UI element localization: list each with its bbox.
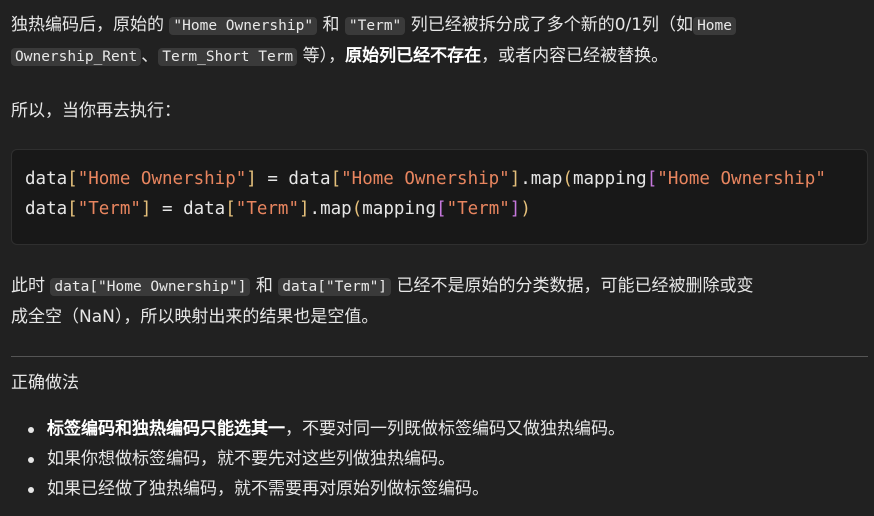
- code-bracket: ]: [509, 169, 521, 189]
- code-token: mapping: [572, 169, 647, 189]
- explanation-line-1: 独热编码后，原始的 "Home Ownership" 和 "Term" 列已经被…: [11, 10, 866, 41]
- code-string: "Home Ownership": [657, 169, 826, 189]
- inline-code: data["Term"]: [278, 278, 392, 296]
- code-block[interactable]: data["Home Ownership"] = data["Home Owne…: [11, 149, 868, 245]
- code-bracket: [: [67, 169, 78, 189]
- inline-code: Home: [693, 17, 736, 35]
- result-line-2: 成全空（NaN），所以映射出来的结果也是空值。: [11, 307, 379, 327]
- explanation-line-2: Ownership_Rent、 Term_Short Term 等），原始列已经不…: [11, 41, 866, 72]
- code-bracket: [: [330, 169, 342, 189]
- inline-code: "Home Ownership": [169, 17, 318, 35]
- code-bracket: ): [520, 199, 531, 219]
- bullet-list: 标签编码和独热编码只能选其一，不要对同一列既做标签编码又做独热编码。 如果你想做…: [0, 414, 625, 504]
- inline-code: data["Home Ownership"]: [50, 278, 251, 296]
- text-span: ，或者内容已经被替换。: [481, 46, 669, 66]
- text-span: ，不要对同一列既做标签编码又做独热编码。: [285, 419, 625, 439]
- code-token: = data: [151, 199, 226, 219]
- code-token: .map: [309, 199, 352, 219]
- text-span: 已经不是原始的分类数据，可能已经被删除或变: [396, 276, 754, 296]
- code-token: data: [25, 169, 68, 189]
- text-span: 列已经被拆分成了多个新的0/1列（如: [410, 15, 694, 35]
- list-item: 标签编码和独热编码只能选其一，不要对同一列既做标签编码又做独热编码。: [28, 414, 625, 444]
- text-span: 此时: [11, 276, 45, 296]
- code-bracket: [: [436, 199, 447, 219]
- text-span: 和: [322, 15, 340, 35]
- code-token: data: [25, 199, 68, 219]
- intro-line: 所以，当你再去执行：: [11, 101, 181, 121]
- explanation-paragraph: 独热编码后，原始的 "Home Ownership" 和 "Term" 列已经被…: [11, 10, 866, 72]
- code-token: .map: [520, 169, 563, 189]
- list-item: 如果你想做标签编码，就不要先对这些列做独热编码。: [28, 444, 625, 474]
- result-line-1: 此时 data["Home Ownership"] 和 data["Term"]…: [11, 271, 866, 302]
- code-string: "Term": [77, 199, 141, 219]
- code-bracket: [: [646, 169, 658, 189]
- text-span: 独热编码后，原始的: [11, 15, 164, 35]
- text-span: 和: [255, 276, 273, 296]
- text-span: 、: [141, 46, 159, 66]
- code-bracket: ]: [246, 169, 257, 189]
- text-span: 等），: [302, 46, 346, 66]
- result-paragraph: 此时 data["Home Ownership"] 和 data["Term"]…: [11, 271, 866, 332]
- bold-text: 原始列已经不存在: [345, 46, 482, 66]
- code-token: = data: [256, 169, 331, 189]
- section-heading: 正确做法: [11, 373, 79, 393]
- code-bracket: ]: [299, 199, 310, 219]
- code-bracket: [: [225, 199, 236, 219]
- code-line-1: data["Home Ownership"] = data["Home Owne…: [25, 169, 826, 189]
- code-bracket: [: [67, 199, 78, 219]
- code-string: "Home Ownership": [77, 169, 247, 189]
- list-item: 如果已经做了独热编码，就不需要再对原始列做标签编码。: [28, 474, 625, 504]
- inline-code: Term_Short Term: [158, 48, 298, 66]
- inline-code: "Term": [344, 17, 406, 35]
- code-string: "Term": [446, 199, 510, 219]
- section-divider: [11, 356, 868, 357]
- code-bracket: (: [562, 169, 573, 189]
- code-token: mapping: [362, 199, 437, 219]
- bold-text: 标签编码和独热编码只能选其一: [47, 419, 285, 439]
- code-bracket: ]: [509, 199, 521, 219]
- code-bracket: (: [351, 199, 363, 219]
- code-bracket: ]: [140, 199, 152, 219]
- code-string: "Term": [235, 199, 299, 219]
- code-string: "Home Ownership": [341, 169, 510, 189]
- inline-code: Ownership_Rent: [11, 48, 142, 66]
- code-line-2: data["Term"] = data["Term"].map(mapping[…: [25, 199, 531, 219]
